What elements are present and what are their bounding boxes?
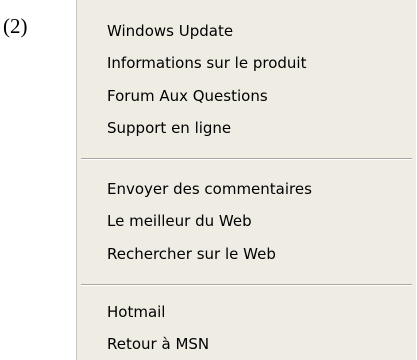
help-menu: Windows Update Informations sur le produ… <box>76 0 416 360</box>
menu-item-windows-update[interactable]: Windows Update <box>107 22 233 40</box>
menu-item-product-info[interactable]: Informations sur le produit <box>107 54 306 72</box>
menu-item-hotmail[interactable]: Hotmail <box>107 303 165 321</box>
figure-label: (2) <box>3 14 28 38</box>
menu-separator <box>81 284 412 286</box>
menu-item-search-web[interactable]: Rechercher sur le Web <box>107 245 276 263</box>
menu-item-best-of-web[interactable]: Le meilleur du Web <box>107 212 252 230</box>
menu-item-online-support[interactable]: Support en ligne <box>107 119 231 137</box>
menu-item-back-to-msn[interactable]: Retour à MSN <box>107 335 209 353</box>
menu-item-send-feedback[interactable]: Envoyer des commentaires <box>107 180 312 198</box>
menu-item-faq[interactable]: Forum Aux Questions <box>107 87 268 105</box>
menu-separator <box>81 158 412 160</box>
